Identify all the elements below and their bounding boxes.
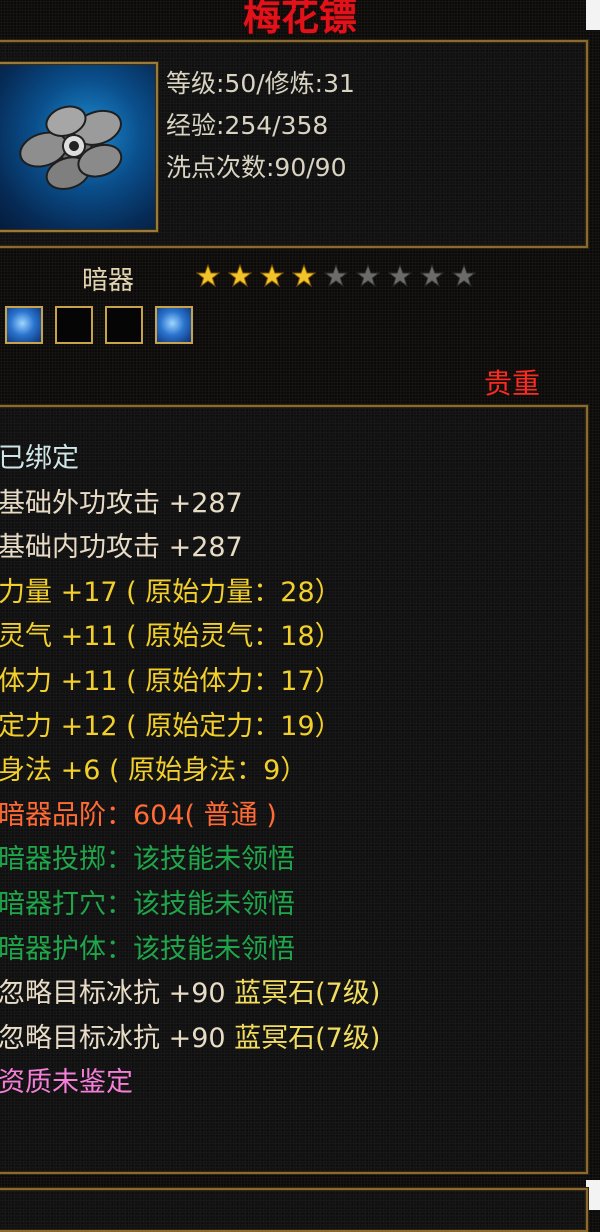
empty-gem-slot[interactable] bbox=[105, 306, 143, 344]
blue-gem-icon[interactable] bbox=[5, 306, 43, 344]
item-stats-panel bbox=[0, 405, 588, 1174]
stat-line: 忽略目标冰抗 +90 蓝冥石(7级) bbox=[0, 1016, 380, 1055]
level-cultivation-line: 等级:50/修炼:31 bbox=[166, 69, 355, 98]
stat-text: 资质未鉴定 bbox=[0, 1067, 133, 1099]
empty-gem-slot[interactable] bbox=[55, 306, 93, 344]
wash-points-line: 洗点次数:90/90 bbox=[166, 153, 347, 182]
stat-line: 定力 +12 ( 原始定力：19） bbox=[0, 704, 342, 743]
gem-source-label: 蓝冥石(7级) bbox=[225, 978, 381, 1010]
stat-line: 灵气 +11 ( 原始灵气：18） bbox=[0, 614, 342, 653]
stat-text: 基础内功攻击 +287 bbox=[0, 532, 243, 564]
blue-gem-icon[interactable] bbox=[155, 306, 193, 344]
stat-line: 暗器打穴：该技能未领悟 bbox=[0, 882, 295, 921]
stat-text: 已绑定 bbox=[0, 443, 79, 474]
plum-blossom-dart-icon bbox=[19, 105, 123, 190]
gem-source-label: 蓝冥石(7级) bbox=[225, 1022, 381, 1054]
stat-line: 基础内功攻击 +287 bbox=[0, 525, 243, 564]
star-icon bbox=[292, 264, 316, 288]
stat-text: 基础外功攻击 +287 bbox=[0, 487, 243, 519]
bottom-panel-edge bbox=[0, 1188, 588, 1232]
stat-text: 身法 +6 ( 原始身法：9） bbox=[0, 755, 308, 787]
right-edge-strip bbox=[586, 1180, 600, 1210]
star-icon bbox=[196, 264, 220, 288]
stat-line: 力量 +17 ( 原始力量：28） bbox=[0, 570, 342, 609]
stat-line: 忽略目标冰抗 +90 蓝冥石(7级) bbox=[0, 971, 380, 1010]
stat-line: 暗器品阶：604( 普通 ) bbox=[0, 793, 277, 832]
item-icon-box[interactable] bbox=[0, 62, 158, 232]
star-icon bbox=[356, 264, 380, 288]
star-icon bbox=[324, 264, 348, 288]
stat-text: 力量 +17 ( 原始力量：28） bbox=[0, 576, 342, 608]
stat-line: 体力 +11 ( 原始体力：17） bbox=[0, 659, 342, 698]
stat-line: 暗器护体：该技能未领悟 bbox=[0, 927, 295, 966]
experience-line: 经验:254/358 bbox=[166, 111, 329, 140]
star-icon bbox=[228, 264, 252, 288]
item-name-title: 梅花镖 bbox=[242, 0, 357, 39]
star-icon bbox=[388, 264, 412, 288]
stat-text: 忽略目标冰抗 +90 bbox=[0, 978, 226, 1010]
stat-line: 暗器投掷：该技能未领悟 bbox=[0, 837, 295, 876]
stat-text: 暗器护体：该技能未领悟 bbox=[0, 933, 295, 965]
stat-text: 灵气 +11 ( 原始灵气：18） bbox=[0, 621, 342, 653]
stat-line: 已绑定 bbox=[0, 436, 79, 475]
stat-line: 身法 +6 ( 原始身法：9） bbox=[0, 748, 307, 787]
star-icon bbox=[452, 264, 476, 288]
rarity-label: 贵重 bbox=[484, 367, 541, 400]
star-icon bbox=[260, 264, 284, 288]
stat-text: 暗器投掷：该技能未领悟 bbox=[0, 844, 295, 876]
stat-text: 暗器品阶：604( 普通 ) bbox=[0, 799, 277, 831]
stat-text: 体力 +11 ( 原始体力：17） bbox=[0, 666, 342, 697]
stat-text: 定力 +12 ( 原始定力：19） bbox=[0, 710, 342, 742]
stat-text: 暗器打穴：该技能未领悟 bbox=[0, 889, 295, 920]
star-icon bbox=[420, 264, 444, 288]
item-type-label: 暗器 bbox=[82, 266, 135, 296]
stat-line: 基础外功攻击 +287 bbox=[0, 481, 243, 520]
stat-text: 忽略目标冰抗 +90 bbox=[0, 1022, 226, 1054]
stat-line: 资质未鉴定 bbox=[0, 1060, 133, 1099]
